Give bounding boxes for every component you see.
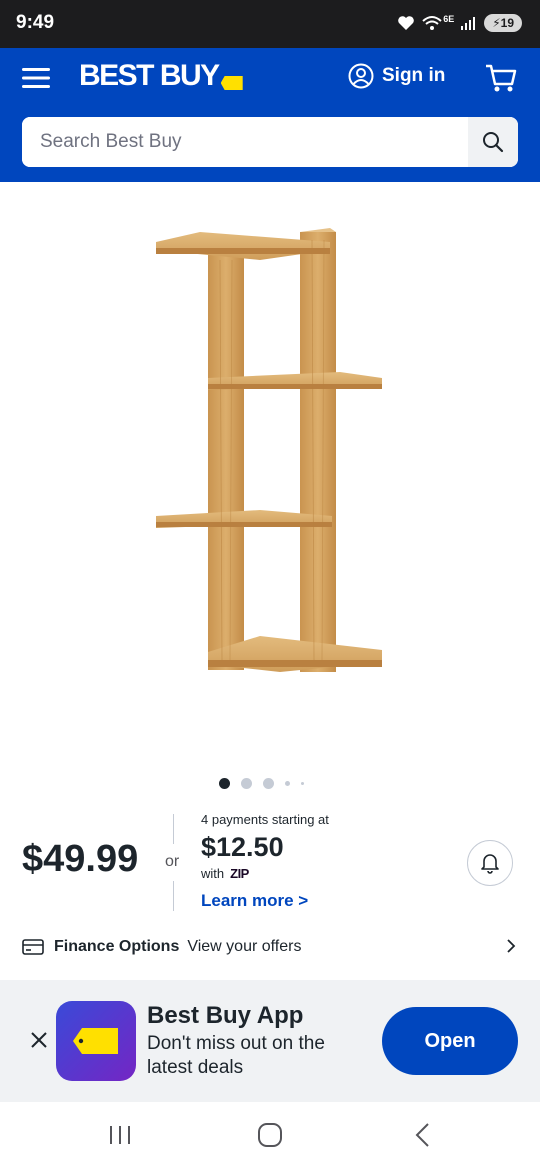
logo-tag-icon <box>220 76 243 90</box>
carousel-dot[interactable] <box>263 778 274 789</box>
sign-in-button[interactable]: Sign in <box>348 63 445 89</box>
search-icon <box>483 132 504 153</box>
finance-options-row[interactable]: Finance Options View your offers <box>22 934 518 960</box>
learn-more-link[interactable]: Learn more > <box>201 891 308 911</box>
carousel-dot[interactable] <box>241 778 252 789</box>
open-app-button[interactable]: Open <box>382 1007 518 1075</box>
carousel-dot[interactable] <box>285 781 290 786</box>
wifi-icon <box>422 16 442 30</box>
close-icon[interactable] <box>29 1030 49 1050</box>
price-tag-icon <box>73 1028 118 1054</box>
search-input[interactable] <box>22 117 468 167</box>
recent-apps-icon[interactable] <box>107 1122 133 1148</box>
price-alert-button[interactable] <box>467 840 513 886</box>
app-download-banner: Best Buy App Don't miss out on the lates… <box>0 980 540 1102</box>
hamburger-menu-icon[interactable] <box>22 65 52 91</box>
view-offers-text: View your offers <box>187 938 302 955</box>
credit-card-icon <box>22 939 44 955</box>
best-buy-logo[interactable]: BEST BUY <box>79 56 243 96</box>
status-bar: 9:49 6E ⚡19 <box>0 0 540 48</box>
search-bar <box>22 117 518 167</box>
header: BEST BUY Sign in <box>0 48 540 182</box>
signal-icon <box>461 17 476 30</box>
status-icons: 6E ⚡19 <box>397 14 522 32</box>
account-icon <box>348 63 374 89</box>
banner-title: Best Buy App <box>147 1002 304 1029</box>
banner-subtitle: Don't miss out on the latest deals <box>147 1033 325 1078</box>
wood-shelf-image[interactable] <box>140 220 400 690</box>
cart-icon[interactable] <box>484 62 518 94</box>
image-carousel-dots <box>219 778 304 789</box>
search-button[interactable] <box>468 117 518 167</box>
chevron-right-icon <box>507 939 516 953</box>
carousel-dot-active[interactable] <box>219 778 230 789</box>
network-label: 6E <box>443 14 455 24</box>
home-icon[interactable] <box>257 1122 283 1148</box>
carousel-dot[interactable] <box>301 782 304 785</box>
back-icon[interactable] <box>410 1122 436 1148</box>
finance-options-title: Finance Options <box>54 938 180 955</box>
with-label: with <box>201 866 225 881</box>
battery-level: 19 <box>500 16 514 30</box>
logo-text: BEST BUY <box>79 59 220 92</box>
battery-indicator: ⚡19 <box>484 14 522 32</box>
payment-amount: $12.50 <box>201 832 284 862</box>
or-label: or <box>165 853 180 870</box>
bell-icon <box>481 854 499 874</box>
system-navigation-bar <box>0 1102 540 1170</box>
price-divider-top <box>173 814 174 844</box>
heart-icon <box>398 16 414 30</box>
status-time: 9:49 <box>16 12 55 33</box>
price-divider-bottom <box>173 881 174 911</box>
pay-with-row: with ZIP <box>201 866 249 881</box>
best-buy-app-icon <box>56 1001 136 1081</box>
sign-in-label: Sign in <box>382 65 446 86</box>
zip-logo: ZIP <box>230 866 249 881</box>
payments-line: 4 payments starting at <box>201 812 329 827</box>
product-price: $49.99 <box>22 838 139 880</box>
